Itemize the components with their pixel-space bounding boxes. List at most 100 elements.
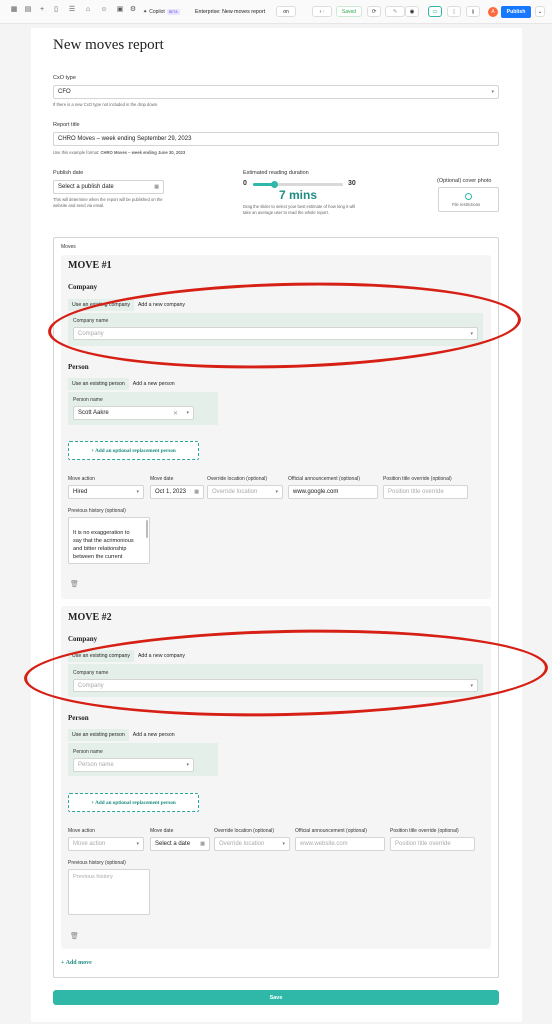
history-value: It is no exaggeration to say that the ac… (73, 530, 134, 560)
person-name-label: Person name (73, 749, 103, 755)
moves-label: Moves (61, 244, 76, 250)
override-location-select[interactable]: Override location ▾ (214, 837, 290, 851)
add-replacement-button[interactable]: + Add an optional replacement person (68, 793, 199, 812)
image-icon[interactable]: ▣ (116, 6, 124, 14)
chevron-down-icon: ▾ (491, 89, 494, 95)
report-title-help-example: CHRO Moves – week ending June 30, 2023 (100, 150, 186, 155)
publish-date-picker[interactable]: Select a publish date ▦ (53, 180, 164, 194)
tab-existing-person[interactable]: Use an existing person (68, 729, 129, 741)
save-button[interactable]: Save (53, 990, 499, 1005)
move-title: MOVE #2 (68, 612, 112, 623)
move-action-label: Move action (68, 828, 95, 834)
page-title: New moves report (53, 37, 164, 53)
history-label: Previous history (optional) (68, 508, 126, 514)
position-label: Position title override (optional) (383, 476, 452, 482)
layout-icon[interactable]: ▤ (24, 6, 32, 14)
building-icon[interactable]: ⌂ (84, 6, 92, 14)
move-date-label: Move date (150, 828, 174, 834)
person-heading: Person (68, 714, 89, 722)
add-replacement-button[interactable]: + Add an optional replacement person (68, 441, 199, 460)
cover-upload[interactable]: File restrictions (438, 187, 499, 212)
scrollbar[interactable] (146, 520, 148, 538)
publish-date-help: This will determine when the report will… (53, 197, 163, 208)
move-date-picker[interactable]: Select a date ▦ (150, 837, 210, 851)
chevron-down-icon[interactable]: ⌄ (535, 6, 545, 17)
clear-icon[interactable]: ✕ (173, 410, 178, 417)
official-input[interactable]: www.website.com (295, 837, 385, 851)
beta-badge: BETA (166, 9, 180, 15)
nav-arrows[interactable]: ‹ › (312, 6, 332, 17)
desktop-icon[interactable]: ▭ (428, 6, 442, 17)
person-heading: Person (68, 363, 89, 371)
override-location-placeholder: Override location (212, 489, 258, 495)
move-action-select[interactable]: Move action ▾ (68, 837, 144, 851)
official-input[interactable]: www.google.com (288, 485, 378, 499)
publish-button[interactable]: Publish (501, 6, 531, 18)
report-title-help: Use this example format: CHRO Moves – we… (53, 150, 185, 156)
mobile-icon[interactable]: ▮ (466, 6, 480, 17)
add-icon[interactable]: + (38, 6, 46, 14)
breadcrumb: Enterprise: New moves report (195, 9, 266, 15)
person-select[interactable]: Person name ▾ (73, 758, 194, 772)
tab-new-person[interactable]: Add a new person (129, 378, 179, 390)
settings-icon[interactable]: ⚙ (129, 6, 137, 14)
tablet-icon[interactable]: ▯ (447, 6, 461, 17)
person-select[interactable]: Scott Aakre ✕ ▾ (73, 406, 194, 420)
saved-status: Saved (336, 6, 362, 17)
override-location-select[interactable]: Override location ▾ (207, 485, 283, 499)
chevron-down-icon: ▾ (186, 410, 189, 416)
cxo-help: If there is a new CxO type not included … (53, 102, 159, 107)
report-title-label: Report title (53, 122, 80, 128)
move-date-placeholder: Select a date (155, 841, 191, 847)
reading-help: Drag the slider to select your best esti… (243, 204, 356, 215)
report-title-input[interactable]: CHRO Moves – week ending September 29, 2… (53, 132, 499, 146)
cxo-select[interactable]: CFO ▾ (53, 85, 499, 99)
trash-icon[interactable]: 🗑 (70, 932, 79, 940)
copilot-label: Copilot (149, 9, 165, 15)
copilot-link[interactable]: ✦ Copilot BETA (143, 6, 180, 18)
cxo-value: CFO (58, 89, 71, 95)
history-textarea[interactable]: It is no exaggeration to say that the ac… (68, 517, 150, 564)
mode-toggle[interactable]: on (276, 6, 296, 17)
reading-min: 0 (243, 180, 247, 187)
reading-label: Estimated reading duration (243, 170, 309, 176)
history-textarea[interactable]: Previous history (68, 869, 150, 915)
move-action-select[interactable]: Hired ▾ (68, 485, 144, 499)
add-move-link[interactable]: + Add move (61, 960, 92, 966)
person-value: Scott Aakre (78, 410, 109, 416)
report-title-help-prefix: Use this example format: (53, 150, 100, 155)
chevron-right-icon[interactable]: › (323, 9, 325, 15)
history-label: Previous history (optional) (68, 860, 126, 866)
report-title-value: CHRO Moves – week ending September 29, 2… (58, 136, 192, 142)
move-action-value: Hired (73, 489, 88, 495)
cover-label: (Optional) cover photo (437, 178, 492, 184)
cxo-label: CxO type (53, 75, 76, 81)
chevron-left-icon[interactable]: ‹ (320, 9, 322, 15)
person-tabs: Use an existing person Add a new person (68, 729, 179, 741)
trash-icon[interactable]: 🗑 (70, 580, 79, 588)
preview-icon[interactable]: ◉ (405, 6, 419, 17)
tab-new-person[interactable]: Add a new person (129, 729, 179, 741)
refresh-icon[interactable]: ⟳ (367, 6, 381, 17)
tab-existing-person[interactable]: Use an existing person (68, 378, 129, 390)
reading-slider-track[interactable] (253, 181, 343, 188)
position-input[interactable]: Position title override (383, 485, 468, 499)
person-tabs: Use an existing person Add a new person (68, 378, 179, 390)
person-placeholder: Person name (78, 762, 114, 768)
position-placeholder: Position title override (395, 841, 451, 847)
document-icon[interactable]: ▯ (52, 6, 60, 14)
position-input[interactable]: Position title override (390, 837, 475, 851)
move-date-value: Oct 1, 2023 (155, 489, 187, 495)
table-icon[interactable]: ▦ (10, 6, 18, 14)
reading-slider-handle[interactable] (270, 181, 278, 188)
position-label: Position title override (optional) (390, 828, 459, 834)
avatar[interactable]: A (488, 7, 498, 17)
reading-value: 7 mins (279, 188, 318, 202)
users-icon[interactable]: ☺ (100, 6, 108, 14)
list-icon[interactable]: ☰ (68, 6, 76, 14)
move-date-label: Move date (150, 476, 174, 482)
edit-icon[interactable]: ✎ (385, 6, 405, 17)
history-placeholder: Previous history (73, 874, 113, 880)
move-date-picker[interactable]: Oct 1, 2023 ▦ (150, 485, 204, 499)
override-location-placeholder: Override location (219, 841, 265, 847)
